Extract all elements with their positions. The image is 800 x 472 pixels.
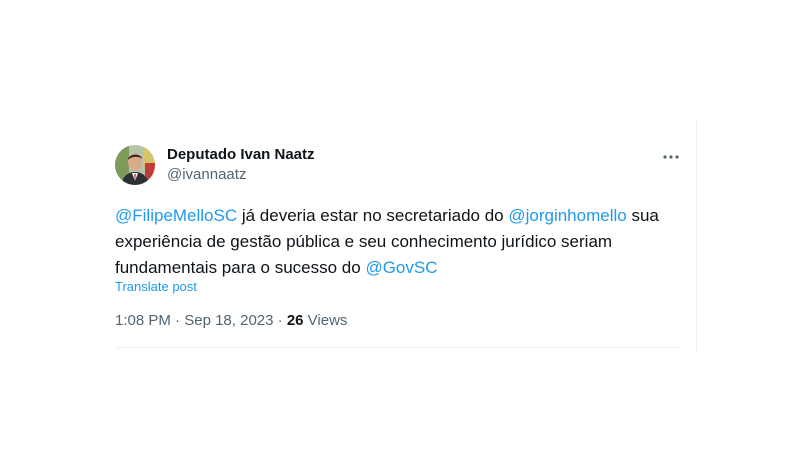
avatar[interactable] [115,145,155,185]
tweet-text: @FilipeMelloSC já deveria estar no secre… [115,203,675,281]
tweet-date[interactable]: Sep 18, 2023 [184,312,273,329]
mention-link[interactable]: @GovSC [365,258,437,277]
views-label: Views [303,312,348,329]
more-horizontal-icon [663,146,679,164]
views-count[interactable]: 26 [287,312,304,329]
tweet-text-segment: já deveria estar no secretariado do [237,206,509,225]
more-button[interactable] [660,144,682,166]
author-handle[interactable]: @ivannaatz [167,166,246,183]
translate-post-link[interactable]: Translate post [115,279,197,294]
tweet-meta: 1:08 PM · Sep 18, 2023 · 26 Views [115,312,347,329]
column-divider [696,118,697,354]
author-name[interactable]: Deputado Ivan Naatz [167,146,315,163]
tweet-time[interactable]: 1:08 PM [115,312,171,329]
mention-link[interactable]: @jorginhomello [508,206,626,225]
mention-link[interactable]: @FilipeMelloSC [115,206,237,225]
page: Deputado Ivan Naatz @ivannaatz @FilipeMe… [0,0,800,472]
meta-separator: · [273,312,287,329]
divider [115,347,681,348]
meta-separator: · [170,312,185,329]
